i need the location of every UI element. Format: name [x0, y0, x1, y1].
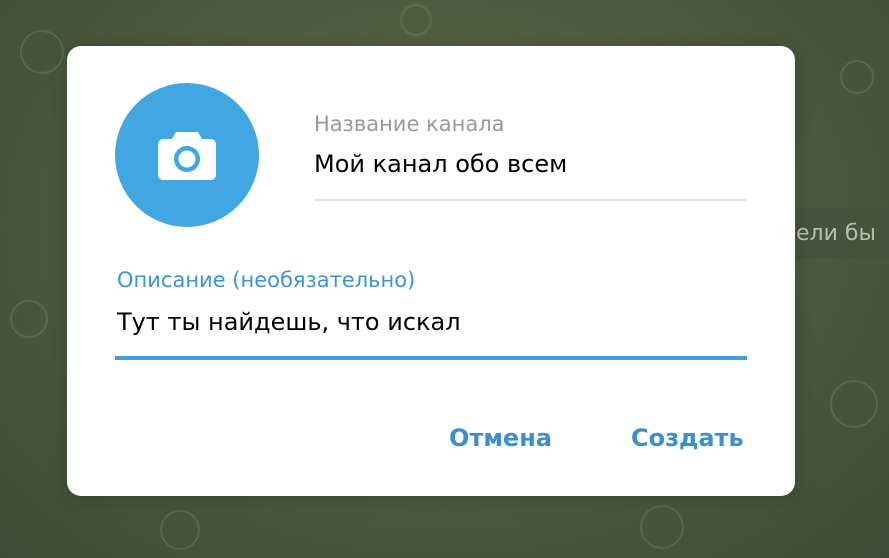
background-doodle [160, 510, 200, 550]
description-underline [115, 356, 747, 360]
channel-name-underline [314, 199, 747, 201]
description-input[interactable] [117, 308, 747, 336]
channel-photo-button[interactable] [115, 83, 259, 227]
create-button[interactable]: Создать [631, 424, 744, 452]
description-label: Описание (необязательно) [117, 268, 416, 292]
background-chat-text: ели бы [796, 220, 876, 246]
background-doodle [830, 380, 878, 428]
camera-icon [158, 132, 216, 180]
create-channel-dialog: Название канала Описание (необязательно)… [67, 46, 795, 496]
background-doodle [10, 300, 48, 338]
background-doodle [400, 4, 432, 36]
background-doodle [640, 505, 684, 549]
background-doodle [20, 30, 64, 74]
channel-name-label: Название канала [314, 112, 505, 136]
cancel-button[interactable]: Отмена [449, 424, 552, 452]
background-chat-message: ели бы [796, 208, 889, 258]
background-doodle [840, 60, 874, 94]
channel-name-input[interactable] [314, 150, 746, 178]
